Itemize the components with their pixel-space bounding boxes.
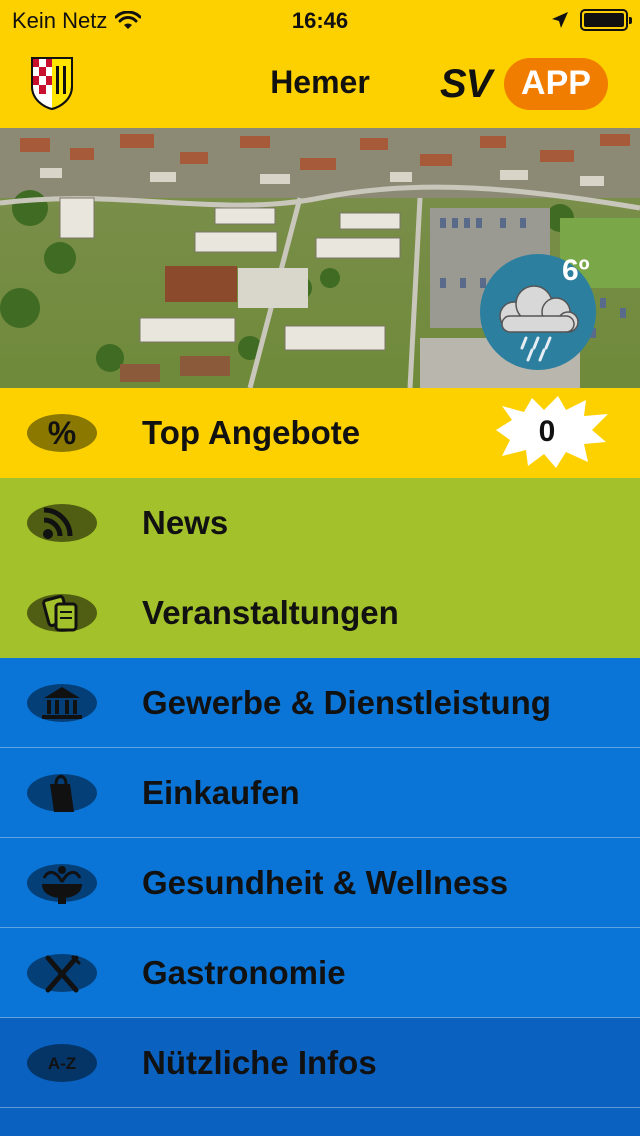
menu-item-nuetzliche-infos[interactable]: A-Z Nützliche Infos xyxy=(0,1018,640,1108)
menu-item-label: News xyxy=(142,504,229,541)
bank-icon xyxy=(27,684,97,722)
fork-knife-icon xyxy=(27,954,97,993)
a-z-icon: A-Z xyxy=(27,1044,97,1082)
location-arrow-icon xyxy=(552,12,568,28)
clock: 16:46 xyxy=(291,8,349,33)
nav-bar: Hemer SV APP xyxy=(0,40,640,128)
tickets-icon xyxy=(27,594,97,632)
percent-icon: % xyxy=(27,414,97,452)
menu-item-gesundheit[interactable]: Gesundheit & Wellness xyxy=(0,838,640,928)
battery-icon xyxy=(580,9,632,31)
menu-item-label: Veranstaltungen xyxy=(142,594,399,631)
svg-text:A-Z: A-Z xyxy=(48,1054,76,1073)
menu-item-news[interactable]: News xyxy=(0,478,640,568)
logo-sv-text: SV xyxy=(440,62,492,106)
menu-item-einkaufen[interactable]: Einkaufen xyxy=(0,748,640,838)
weather-temperature: 6º xyxy=(562,254,590,287)
offers-count: 0 xyxy=(538,415,556,448)
fountain-icon xyxy=(27,864,97,904)
menu-item-label: Gesundheit & Wellness xyxy=(142,864,509,901)
sv-app-logo: SV APP xyxy=(440,56,610,112)
rss-icon xyxy=(27,504,97,542)
menu-item-gewerbe[interactable]: Gewerbe & Dienstleistung xyxy=(0,658,640,748)
offers-count-badge: 0 xyxy=(488,394,610,470)
shopping-bag-icon xyxy=(27,774,97,812)
svg-text:%: % xyxy=(48,415,76,451)
menu-item-label: Gastronomie xyxy=(142,954,346,991)
menu-item-partial xyxy=(0,1108,640,1136)
menu-item-label: Gewerbe & Dienstleistung xyxy=(142,684,551,721)
status-bar: Kein Netz 16:46 xyxy=(0,0,640,40)
menu-item-label: Top Angebote xyxy=(142,414,361,451)
menu-item-label: Nützliche Infos xyxy=(142,1044,377,1081)
logo-app-text: APP xyxy=(521,64,591,102)
menu-item-label: Einkaufen xyxy=(142,774,300,811)
weather-widget[interactable]: 6º xyxy=(480,254,612,370)
menu-item-gastronomie[interactable]: Gastronomie xyxy=(0,928,640,1018)
menu-item-veranstaltungen[interactable]: Veranstaltungen xyxy=(0,568,640,658)
